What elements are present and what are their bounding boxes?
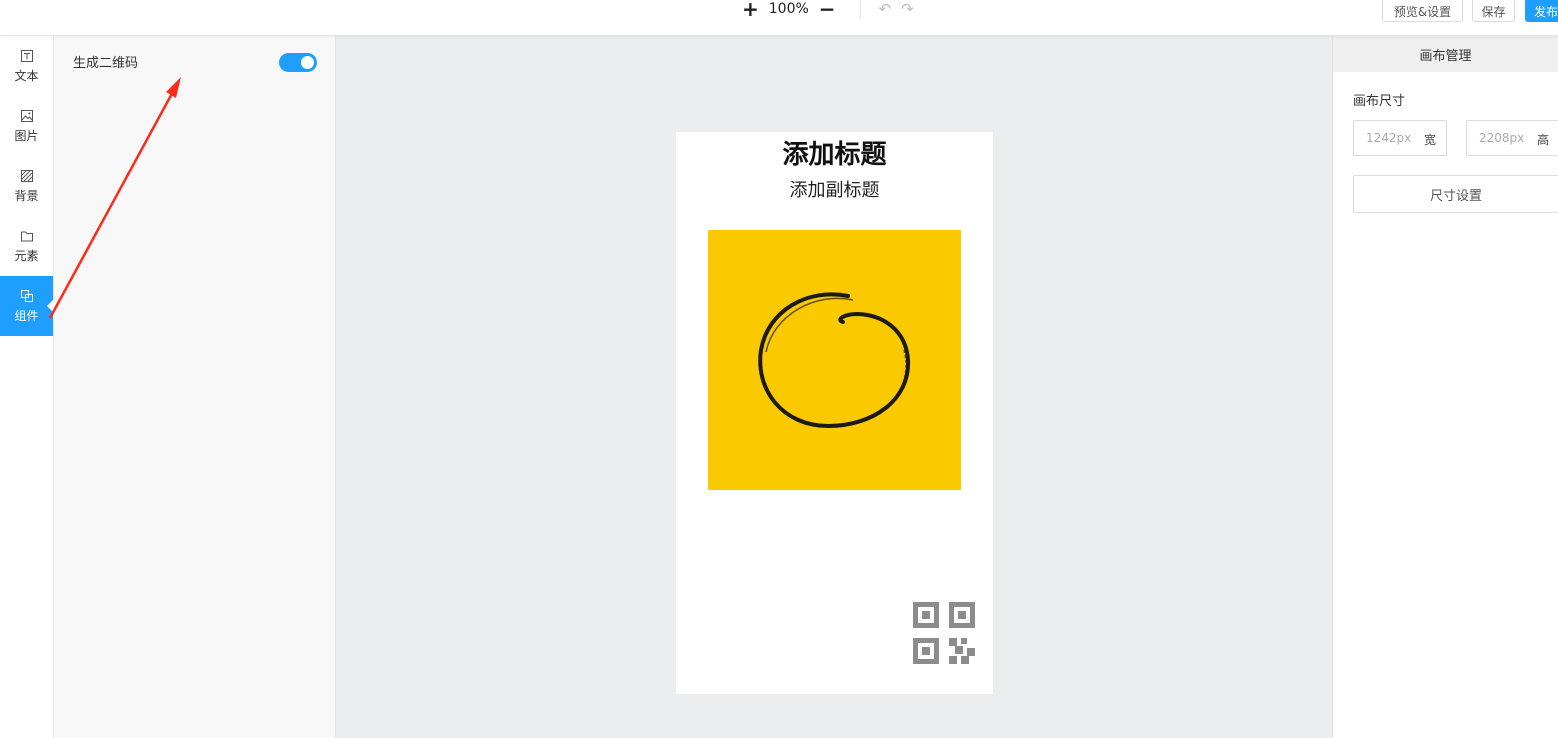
- image-icon: [20, 109, 33, 122]
- zoom-level: 100%: [768, 1, 809, 17]
- width-unit: 宽: [1423, 133, 1436, 147]
- preview-settings-button[interactable]: 预览&设置: [1382, 0, 1463, 22]
- tab-canvas-management[interactable]: 画布管理: [1333, 36, 1558, 72]
- ink-circle-illustration: [758, 292, 911, 429]
- nav-item-image[interactable]: 图片: [0, 96, 53, 156]
- left-nav: 文本 图片 背景 元素 组件: [0, 36, 54, 738]
- width-placeholder: 1242px: [1366, 131, 1412, 145]
- component-icon: [20, 289, 33, 302]
- nav-item-components[interactable]: 组件: [0, 276, 54, 336]
- toolbar-divider: [859, 0, 861, 19]
- nav-item-label: 组件: [14, 308, 39, 323]
- qrcode-label: 生成二维码: [73, 56, 139, 71]
- poster-image[interactable]: [708, 230, 961, 490]
- nav-item-text[interactable]: 文本: [0, 36, 53, 96]
- poster-canvas[interactable]: 添加标题 添加副标题: [676, 132, 993, 694]
- toggle-knob: [301, 56, 314, 69]
- redo-icon[interactable]: ↷: [901, 0, 914, 18]
- right-panel: 画布管理 画布尺寸 1242px 宽 2208px 高 尺寸设置: [1332, 36, 1558, 738]
- qrcode-toggle[interactable]: [279, 53, 317, 72]
- save-button[interactable]: 保存: [1472, 0, 1515, 22]
- nav-item-label: 背景: [14, 188, 39, 203]
- height-input[interactable]: 2208px 高: [1466, 120, 1558, 156]
- zoom-out-button[interactable]: −: [819, 0, 836, 19]
- background-icon: [20, 169, 33, 182]
- qrcode-icon[interactable]: [913, 602, 975, 664]
- poster-subtitle[interactable]: 添加副标题: [676, 176, 993, 202]
- canvas-size-label: 画布尺寸: [1353, 94, 1406, 109]
- nav-item-label: 元素: [14, 248, 39, 263]
- folder-icon: [20, 231, 33, 241]
- component-panel: 生成二维码: [54, 36, 336, 738]
- nav-item-elements[interactable]: 元素: [0, 216, 53, 276]
- publish-button[interactable]: 发布: [1525, 0, 1558, 22]
- undo-icon[interactable]: ↶: [879, 0, 892, 18]
- text-icon: [20, 49, 33, 62]
- width-input[interactable]: 1242px 宽: [1353, 120, 1447, 156]
- height-unit: 高: [1536, 133, 1549, 147]
- zoom-controls: + 100% − ↶ ↷: [742, 0, 914, 20]
- canvas-workspace: 添加标题 添加副标题: [336, 36, 1332, 738]
- nav-item-background[interactable]: 背景: [0, 156, 53, 216]
- size-settings-button[interactable]: 尺寸设置: [1353, 175, 1558, 213]
- height-placeholder: 2208px: [1479, 131, 1525, 145]
- nav-item-label: 图片: [14, 128, 39, 143]
- zoom-in-button[interactable]: +: [742, 0, 759, 19]
- nav-item-label: 文本: [14, 68, 39, 83]
- top-toolbar: + 100% − ↶ ↷ 预览&设置 保存 发布: [0, 0, 1558, 36]
- poster-title[interactable]: 添加标题: [676, 134, 993, 171]
